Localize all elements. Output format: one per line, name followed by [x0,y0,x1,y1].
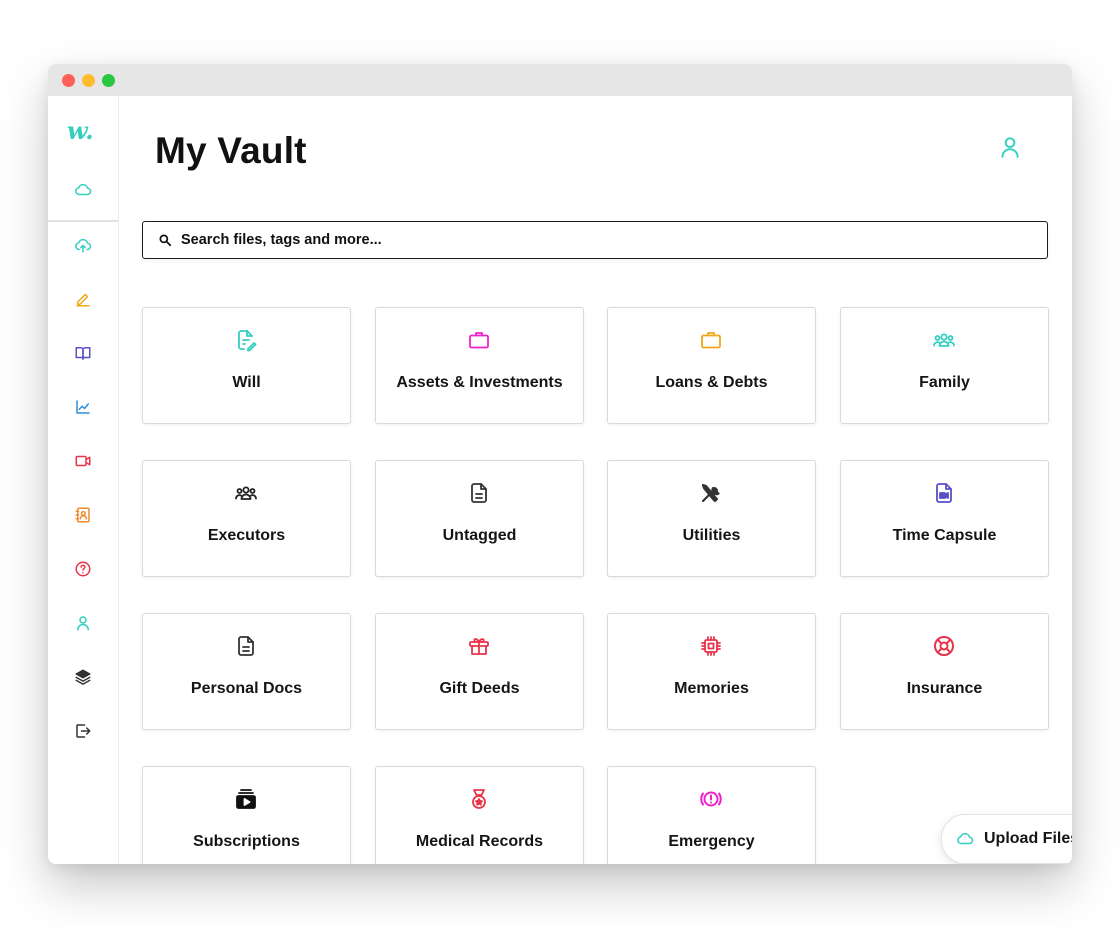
category-card-executors[interactable]: Executors [142,460,351,577]
maximize-window-button[interactable] [102,74,115,87]
briefcase-icon [699,328,723,352]
subscriptions-icon [234,787,258,811]
category-card-time-capsule[interactable]: Time Capsule [840,460,1049,577]
contact-card-icon [74,506,92,529]
category-card-personal-docs[interactable]: Personal Docs [142,613,351,730]
video-icon [74,452,92,475]
sidebar-item-layers[interactable] [71,667,95,691]
category-label: Untagged [442,527,517,544]
sidebar-item-upload[interactable] [71,235,95,259]
category-card-utilities[interactable]: Utilities [607,460,816,577]
sidebar-item-edit[interactable] [71,289,95,313]
window-titlebar [48,64,1072,96]
category-label: Family [919,374,970,391]
group-icon [932,328,956,352]
layers-icon [74,668,92,691]
document-icon [234,634,258,658]
group-icon [234,481,258,505]
cloud-icon [74,181,92,204]
category-card-will[interactable]: Will [142,307,351,424]
sidebar-item-logout[interactable] [71,721,95,745]
category-card-medical-records[interactable]: Medical Records [375,766,584,864]
category-label: Gift Deeds [439,680,520,697]
upload-files-label: Upload Files.. [984,830,1072,847]
category-card-family[interactable]: Family [840,307,1049,424]
category-card-memories[interactable]: Memories [607,613,816,730]
pencil-icon [74,290,92,313]
category-card-emergency[interactable]: Emergency [607,766,816,864]
chart-line-icon [74,398,92,421]
category-card-assets-investments[interactable]: Assets & Investments [375,307,584,424]
category-label: Personal Docs [190,680,303,697]
video-file-icon [932,481,956,505]
category-label: Will [232,374,261,391]
gift-icon [467,634,491,658]
book-icon [74,344,92,367]
close-window-button[interactable] [62,74,75,87]
cloud-icon [956,830,974,848]
minimize-window-button[interactable] [82,74,95,87]
app-window: w. My Vault Search files, tags and more.… [48,64,1072,864]
document-edit-icon [234,328,258,352]
main-content: My Vault Will Assets & Investments [119,96,1072,864]
category-label: Medical Records [415,833,544,850]
lifebuoy-icon [932,634,956,658]
search-icon [158,233,172,247]
document-icon [467,481,491,505]
category-label: Time Capsule [892,527,997,544]
help-circle-icon [74,560,92,583]
chip-icon [699,634,723,658]
upload-files-button[interactable]: Upload Files.. [941,814,1072,864]
briefcase-icon [467,328,491,352]
sidebar-item-analytics[interactable] [71,397,95,421]
category-card-subscriptions[interactable]: Subscriptions [142,766,351,864]
user-icon [997,134,1023,165]
category-label: Memories [674,680,749,697]
sidebar: w. [48,96,119,864]
app-logo[interactable]: w. [67,116,94,145]
category-label: Subscriptions [193,833,300,850]
category-label: Assets & Investments [396,374,563,391]
user-icon [74,614,92,637]
medal-icon [467,787,491,811]
sidebar-item-video[interactable] [71,451,95,475]
category-card-untagged[interactable]: Untagged [375,460,584,577]
category-card-gift-deeds[interactable]: Gift Deeds [375,613,584,730]
sidebar-item-vault[interactable] [71,180,95,204]
sidebar-item-book[interactable] [71,343,95,367]
profile-button[interactable] [995,134,1025,164]
category-label: Loans & Debts [655,374,768,391]
cloud-upload-icon [74,236,92,259]
sidebar-item-contacts[interactable] [71,505,95,529]
category-label: Emergency [668,833,755,850]
tools-icon [699,481,723,505]
alert-icon [699,787,723,811]
category-label: Executors [207,527,286,544]
search-bar [142,221,1048,259]
sidebar-item-help[interactable] [71,559,95,583]
page-title: My Vault [155,130,307,171]
logout-icon [74,722,92,745]
search-input[interactable] [181,222,1021,258]
category-label: Insurance [906,680,983,697]
category-card-insurance[interactable]: Insurance [840,613,1049,730]
category-label: Utilities [682,527,741,544]
sidebar-item-profile[interactable] [71,613,95,637]
category-card-loans-debts[interactable]: Loans & Debts [607,307,816,424]
